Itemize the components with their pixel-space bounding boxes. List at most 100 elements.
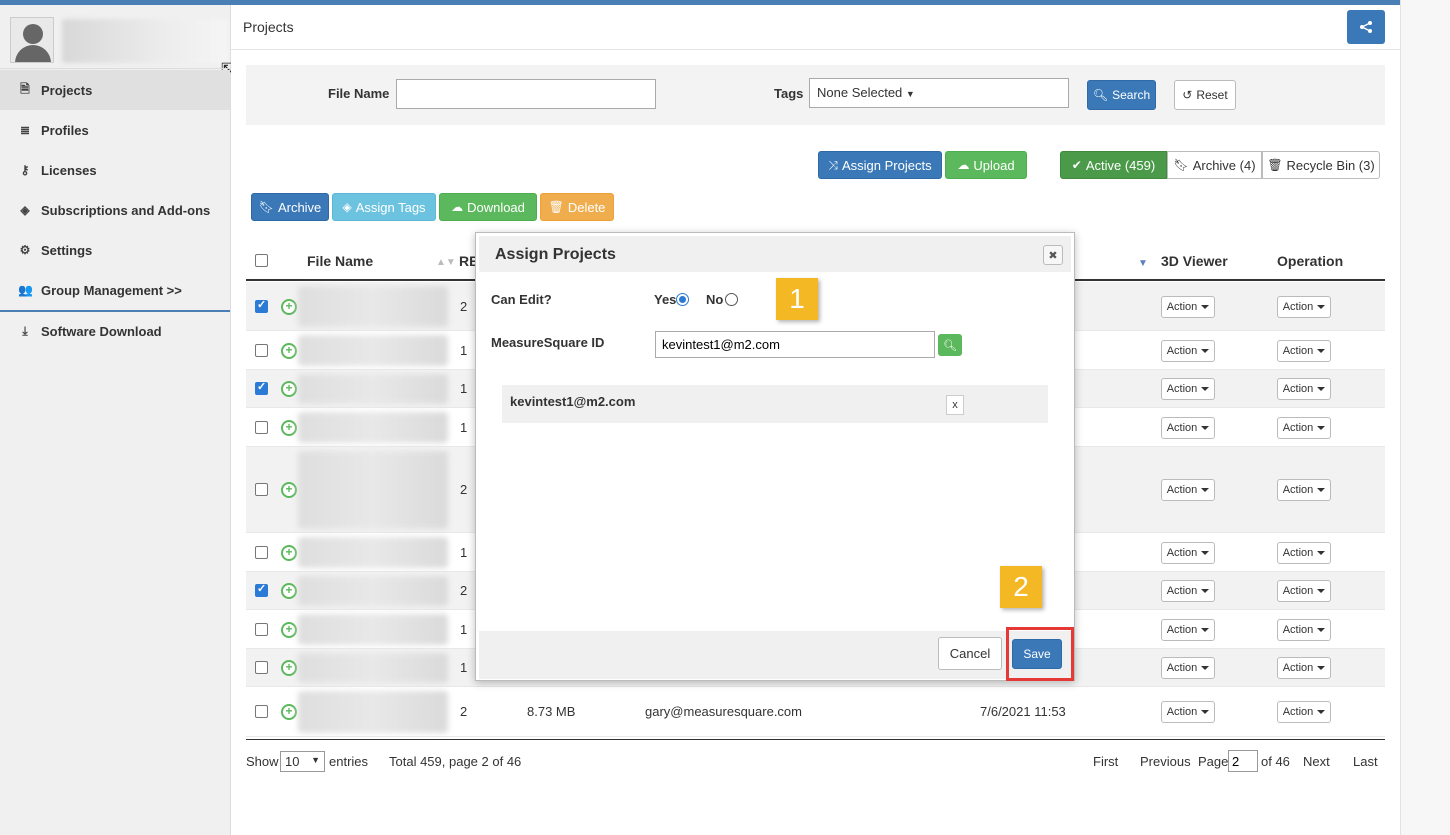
reset-icon: ↺ [1182,88,1193,102]
delete-button[interactable]: 🗑︎ Delete [540,193,614,221]
operation-action-dropdown[interactable]: Action [1277,339,1331,362]
sidebar-item-group-management[interactable]: 👥 Group Management >> [0,270,230,310]
viewer-action-dropdown[interactable]: Action [1161,378,1215,400]
table-bottom-rule [246,739,1385,740]
page-of-total: of 46 [1261,754,1290,769]
sidebar-item-subscriptions[interactable]: ◈ Subscriptions and Add-ons [0,190,230,230]
row-checkbox[interactable] [255,622,268,636]
page-last[interactable]: Last [1353,754,1378,769]
lookup-button[interactable]: 🔍︎ [938,334,962,356]
select-all-checkbox[interactable] [255,254,268,267]
avatar[interactable] [10,17,54,63]
download-button[interactable]: ☁ Download [439,193,537,221]
expand-row-icon[interactable]: + [281,419,297,436]
expand-row-icon[interactable]: + [281,583,297,599]
row-checkbox[interactable] [255,298,268,313]
upload-button[interactable]: ☁ Upload [945,151,1027,179]
operation-action-dropdown[interactable]: Action [1277,479,1331,501]
viewer-action-dropdown[interactable]: Action [1161,618,1215,641]
close-icon[interactable]: ✖ [1043,245,1063,265]
row-checkbox[interactable] [255,343,268,357]
page-first[interactable]: First [1093,754,1118,769]
row-checkbox[interactable] [255,545,268,559]
operation-action-dropdown[interactable]: Action [1277,618,1331,641]
can-edit-no-radio[interactable] [725,293,738,306]
callout-badge-2: 2 [1000,566,1042,608]
operation-action-dropdown[interactable]: Action [1277,378,1331,400]
sidebar-item-projects[interactable]: 🗎 Projects [0,70,230,110]
tab-archive[interactable]: 🔖︎ Archive (4) [1167,151,1262,179]
size-cell: 8.73 MB [527,704,576,719]
row-checkbox[interactable] [255,705,268,718]
operation-action-dropdown[interactable]: Action [1277,541,1331,564]
assign-tags-button[interactable]: ◈ Assign Tags [332,193,436,221]
viewer-action-dropdown[interactable]: Action [1161,479,1215,501]
viewer-action-dropdown[interactable]: Action [1161,580,1215,602]
sort-icon[interactable]: ▲▼ [436,257,456,268]
expand-row-icon[interactable]: + [281,482,297,498]
sort-desc-icon[interactable]: ▼ [1138,258,1148,269]
assign-projects-label: Assign Projects [842,157,932,173]
row-checkbox[interactable] [255,661,268,674]
viewer-action-dropdown[interactable]: Action [1161,416,1215,439]
reset-button[interactable]: ↺ Reset [1174,80,1236,110]
page-next[interactable]: Next [1303,754,1330,769]
cancel-button[interactable]: Cancel [938,637,1002,670]
viewer-action-dropdown[interactable]: Action [1161,701,1215,723]
viewer-action-dropdown[interactable]: Action [1161,295,1215,318]
viewer-action-dropdown[interactable]: Action [1161,541,1215,564]
cloud-upload-icon: ☁ [957,158,970,172]
tags-select[interactable]: None Selected ▼ [809,78,1069,108]
search-icon: 🔍︎ [1092,88,1109,102]
shuffle-icon: ⤨ [828,157,838,172]
file-name-blurred [298,537,448,568]
sidebar-item-label: Subscriptions and Add-ons [41,202,211,218]
file-name-label: File Name [328,86,390,101]
operation-action-dropdown[interactable]: Action [1277,580,1331,602]
column-file-name[interactable]: File Name [307,253,373,269]
operation-action-dropdown[interactable]: Action [1277,416,1331,439]
assign-projects-button[interactable]: ⤨ Assign Projects [818,151,942,179]
can-edit-yes-radio[interactable] [676,293,689,306]
page-previous[interactable]: Previous [1140,754,1191,769]
rev-cell: 2 [460,482,468,497]
entries-select[interactable]: 10 ▼ [280,751,325,772]
expand-row-icon[interactable]: + [281,381,297,397]
measuresquare-id-input[interactable] [655,331,935,358]
rev-cell: 1 [460,660,468,675]
sidebar-item-settings[interactable]: ⚙ Settings [0,230,230,270]
file-name-blurred [298,335,448,366]
expand-row-icon[interactable]: + [281,342,297,359]
expand-row-icon[interactable]: + [281,544,297,561]
operation-action-dropdown[interactable]: Action [1277,701,1331,723]
expand-row-icon[interactable]: + [281,298,297,315]
expand-row-icon[interactable]: + [281,660,297,676]
row-checkbox[interactable] [255,420,268,434]
tab-active[interactable]: ✔ Active (459) [1060,151,1167,179]
expand-row-icon[interactable]: + [281,621,297,638]
sidebar-item-licenses[interactable]: ⚷ Licenses [0,150,230,190]
sidebar-item-software-download[interactable]: ⤓ Software Download [0,312,230,350]
operation-action-dropdown[interactable]: Action [1277,657,1331,679]
file-name-input[interactable] [396,79,656,109]
operation-action-dropdown[interactable]: Action [1277,295,1331,318]
page-number-input[interactable] [1228,750,1258,772]
rev-cell: 1 [460,342,468,358]
expand-row-icon[interactable]: + [281,704,297,720]
tab-recycle-bin[interactable]: 🗑︎ Recycle Bin (3) [1262,151,1380,179]
row-checkbox[interactable] [255,380,268,395]
row-checkbox[interactable] [255,483,268,496]
viewer-action-dropdown[interactable]: Action [1161,657,1215,679]
viewer-action-dropdown[interactable]: Action [1161,339,1215,362]
sidebar-item-profiles[interactable]: ≣ Profiles [0,110,230,150]
reset-button-label: Reset [1196,88,1228,102]
download-icon: ⤓ [22,323,28,338]
file-name-blurred [298,576,448,606]
archive-button[interactable]: 🔖︎ Archive [251,193,329,221]
rev-cell: 1 [460,381,468,396]
remove-user-button[interactable]: x [946,395,964,415]
file-name-blurred [298,412,448,443]
search-button[interactable]: 🔍︎ Search [1087,80,1156,110]
share-button[interactable] [1347,10,1385,44]
row-checkbox[interactable] [255,582,268,597]
